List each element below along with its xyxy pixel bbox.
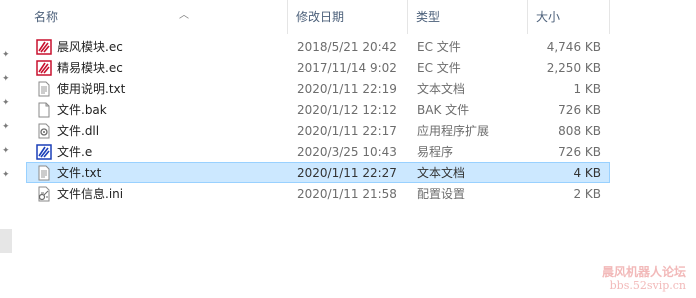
file-row[interactable]: 文件.e 2020/3/25 10:43 易程序 726 KB: [26, 141, 610, 162]
pin-icon[interactable]: ✦: [2, 50, 12, 60]
file-size: 726 KB: [558, 145, 601, 159]
file-name: 文件.e: [57, 145, 93, 159]
file-row[interactable]: 精易模块.ec 2017/11/14 9:02 EC 文件 2,250 KB: [26, 57, 610, 78]
file-type: BAK 文件: [417, 103, 470, 117]
file-size: 2,250 KB: [546, 61, 601, 75]
file-row[interactable]: 文件信息.ini 2020/1/11 21:58 配置设置 2 KB: [26, 183, 610, 204]
e-source-icon: [36, 144, 52, 160]
column-header-size[interactable]: 大小: [528, 0, 610, 34]
file-size: 808 KB: [558, 124, 601, 138]
file-date: 2020/3/25 10:43: [297, 145, 397, 159]
pin-icon[interactable]: ✦: [2, 170, 12, 180]
file-row-selected[interactable]: 文件.txt 2020/1/11 22:27 文本文档 4 KB: [26, 162, 610, 183]
file-row[interactable]: 文件.dll 2020/1/11 22:17 应用程序扩展 808 KB: [26, 120, 610, 141]
navigation-pane-edge: ✦ ✦ ✦ ✦ ✦ ✦: [0, 0, 14, 298]
column-header-type-label: 类型: [416, 10, 441, 24]
file-size: 726 KB: [558, 103, 601, 117]
pin-icon[interactable]: ✦: [2, 122, 12, 132]
file-size: 4,746 KB: [546, 40, 601, 54]
column-header-date[interactable]: 修改日期: [288, 0, 408, 34]
forum-watermark: 晨风机器人论坛 bbs.52svip.cn: [601, 265, 686, 293]
watermark-title: 晨风机器人论坛: [601, 265, 686, 279]
dll-gear-icon: [38, 123, 50, 139]
file-date: 2017/11/14 9:02: [297, 61, 397, 75]
file-row[interactable]: 文件.bak 2020/1/12 12:12 BAK 文件 726 KB: [26, 99, 610, 120]
blank-file-icon: [38, 102, 50, 118]
ec-module-icon: [36, 39, 52, 55]
file-type: 文本文档: [417, 166, 466, 180]
file-row[interactable]: 使用说明.txt 2020/1/11 22:19 文本文档 1 KB: [26, 78, 610, 99]
file-list: 晨风模块.ec 2018/5/21 20:42 EC 文件 4,746 KB 精…: [26, 36, 610, 204]
file-date: 2020/1/11 21:58: [297, 187, 397, 201]
file-date: 2018/5/21 20:42: [297, 40, 397, 54]
file-date: 2020/1/11 22:19: [297, 82, 397, 96]
file-name: 晨风模块.ec: [57, 40, 123, 54]
file-size: 1 KB: [573, 82, 601, 96]
pin-icon[interactable]: ✦: [2, 74, 12, 84]
file-name: 文件信息.ini: [57, 187, 124, 201]
file-type: EC 文件: [417, 61, 461, 75]
file-type: EC 文件: [417, 40, 461, 54]
file-name: 文件.dll: [57, 124, 100, 138]
ec-module-icon: [36, 60, 52, 76]
column-header-name[interactable]: 名称 ︿: [26, 0, 288, 34]
column-header-type[interactable]: 类型: [408, 0, 528, 34]
file-size: 2 KB: [573, 187, 601, 201]
file-type: 应用程序扩展: [417, 124, 490, 138]
file-date: 2020/1/11 22:27: [297, 166, 397, 180]
column-header-row: 名称 ︿ 修改日期 类型 大小: [26, 0, 610, 34]
column-header-date-label: 修改日期: [296, 10, 345, 24]
file-type: 文本文档: [417, 82, 466, 96]
file-name: 文件.bak: [57, 103, 107, 117]
watermark-url: bbs.52svip.cn: [609, 279, 686, 292]
navigation-scrollbar-thumb[interactable]: [0, 229, 12, 253]
column-header-size-label: 大小: [536, 10, 561, 24]
pin-icon[interactable]: ✦: [2, 146, 12, 156]
pin-icon[interactable]: ✦: [2, 98, 12, 108]
column-header-name-label: 名称: [34, 10, 59, 24]
text-document-icon: [38, 165, 50, 181]
file-size: 4 KB: [573, 166, 601, 180]
text-document-icon: [38, 81, 50, 97]
sort-ascending-icon: ︿: [179, 10, 189, 21]
file-type: 易程序: [417, 145, 454, 159]
file-name: 精易模块.ec: [57, 61, 123, 75]
file-row[interactable]: 晨风模块.ec 2018/5/21 20:42 EC 文件 4,746 KB: [26, 36, 610, 57]
file-date: 2020/1/12 12:12: [297, 103, 397, 117]
ini-settings-icon: [38, 186, 50, 202]
file-name: 使用说明.txt: [57, 82, 126, 96]
file-date: 2020/1/11 22:17: [297, 124, 397, 138]
file-type: 配置设置: [417, 187, 466, 201]
file-name: 文件.txt: [57, 166, 102, 180]
